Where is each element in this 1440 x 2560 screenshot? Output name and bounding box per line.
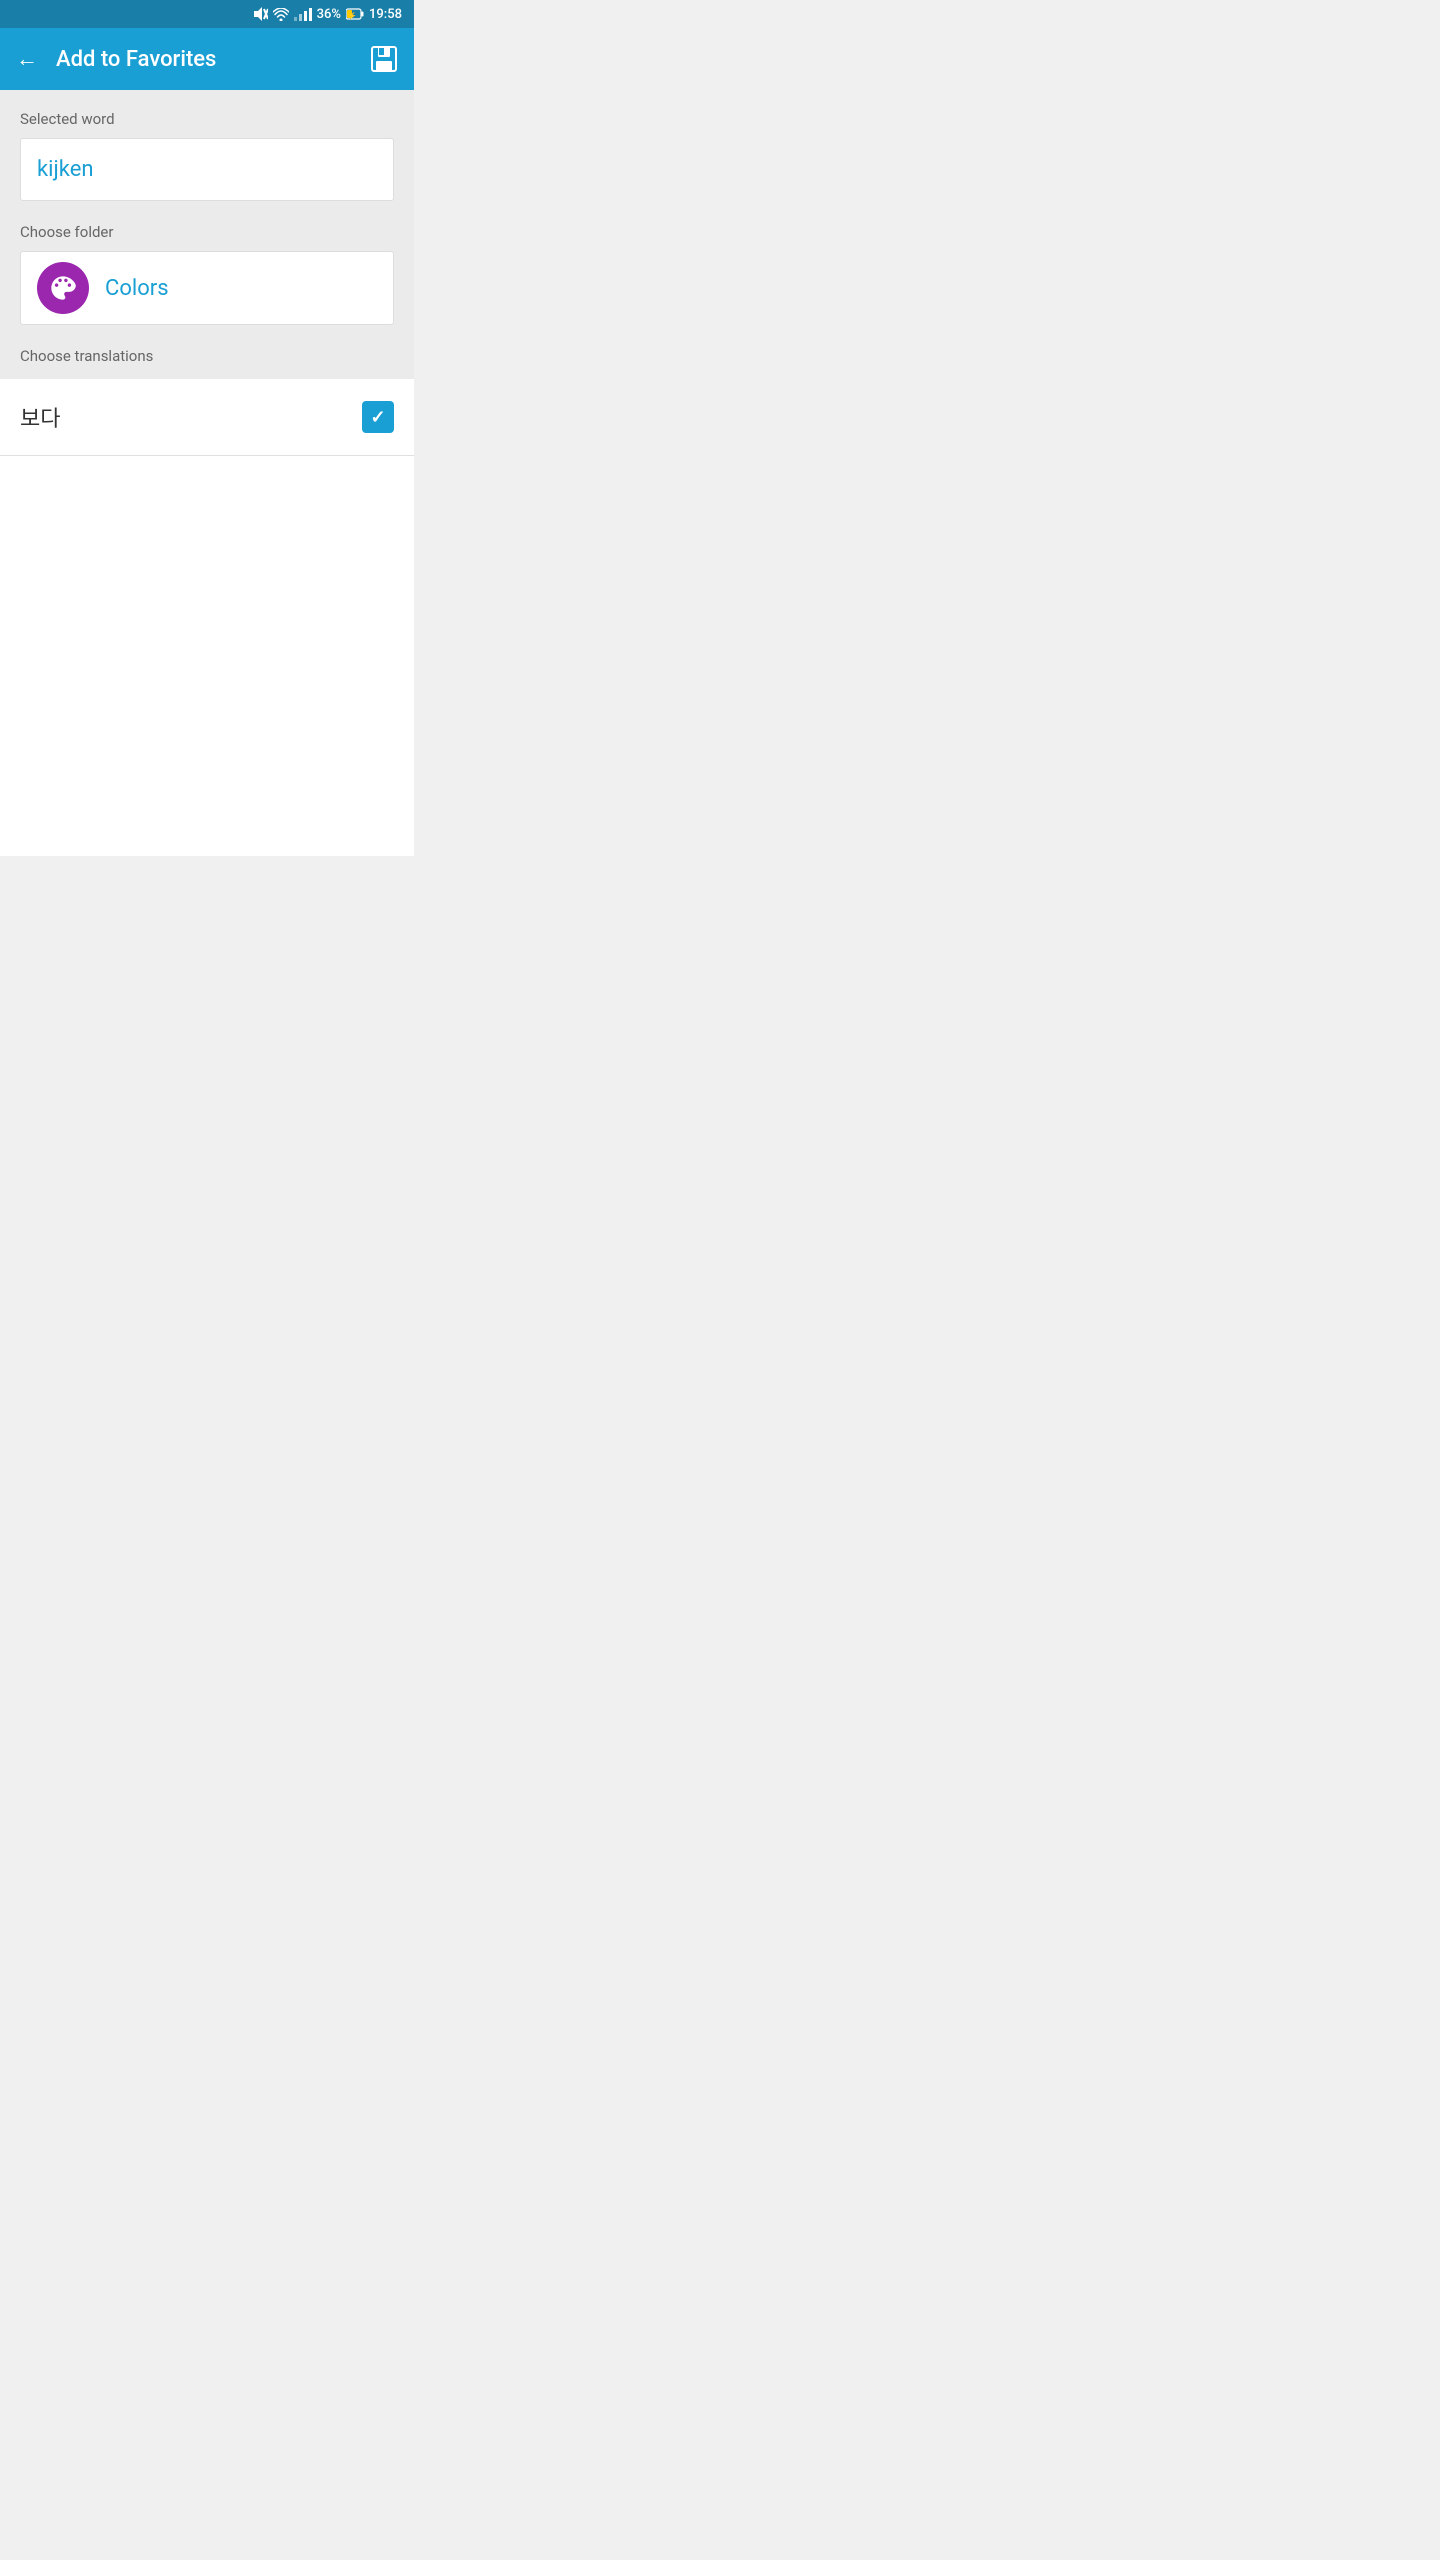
translation-checkbox[interactable] <box>362 401 394 433</box>
back-button[interactable]: ← <box>16 46 38 72</box>
palette-icon <box>49 274 77 302</box>
status-time: 19:58 <box>369 7 402 22</box>
app-bar: ← Add to Favorites <box>0 28 414 90</box>
folder-selector[interactable]: Colors <box>20 251 394 325</box>
choose-folder-label: Choose folder <box>20 223 394 241</box>
choose-translations-label: Choose translations <box>20 347 394 379</box>
page-title: Add to Favorites <box>56 47 216 72</box>
folder-name: Colors <box>105 276 169 301</box>
status-icons: 36% ⚡ 19:58 <box>252 7 402 22</box>
svg-text:⚡: ⚡ <box>348 11 357 20</box>
bottom-space <box>0 456 414 856</box>
battery-icon: ⚡ <box>346 8 364 20</box>
translation-item: 보다 <box>0 379 414 456</box>
translations-list: 보다 <box>0 379 414 456</box>
app-bar-left: ← Add to Favorites <box>16 46 216 72</box>
status-bar: 36% ⚡ 19:58 <box>0 0 414 28</box>
selected-word-label: Selected word <box>20 110 394 128</box>
translation-text: 보다 <box>20 401 60 433</box>
selected-word-value: kijken <box>37 157 94 182</box>
folder-icon-circle <box>37 262 89 314</box>
save-button[interactable] <box>370 45 398 73</box>
wifi-icon <box>273 8 289 21</box>
mute-icon <box>252 7 268 21</box>
main-content: Selected word kijken Choose folder Color… <box>0 90 414 379</box>
battery-percent: 36% <box>317 7 341 22</box>
selected-word-box: kijken <box>20 138 394 201</box>
signal-icon <box>294 7 312 21</box>
